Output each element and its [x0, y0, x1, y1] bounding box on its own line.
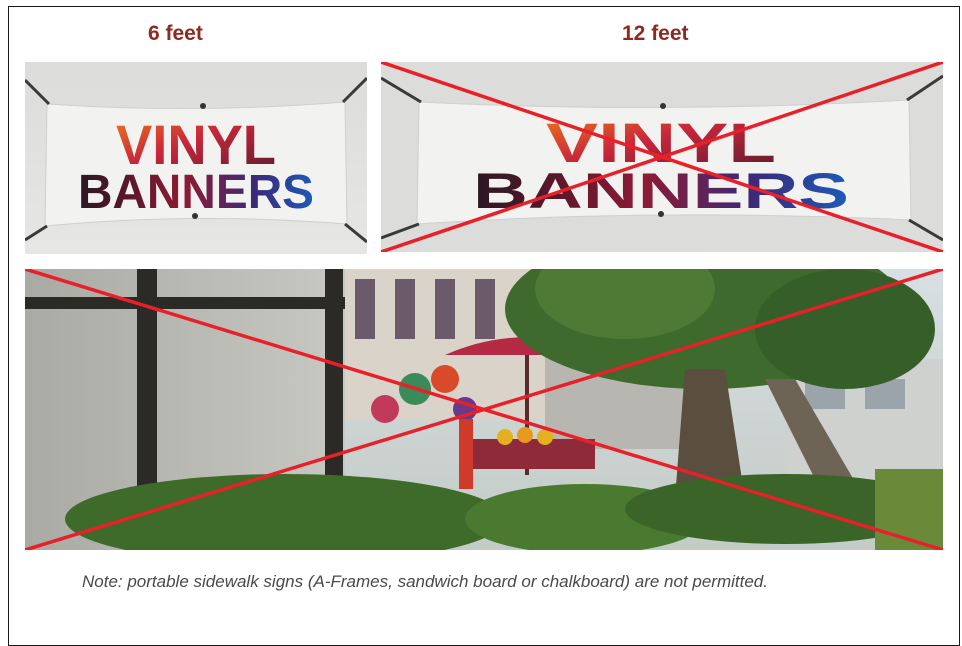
banner-12-feet-image: VINYL BANNERS	[381, 62, 943, 252]
banner-6-feet-svg: VINYL BANNERS	[25, 62, 367, 254]
label-12-feet: 12 feet	[622, 22, 689, 45]
banner-12-feet-svg: VINYL BANNERS	[381, 62, 943, 252]
sidewalk-sign-photo	[25, 269, 943, 550]
label-6-feet: 6 feet	[148, 22, 203, 45]
banner-6-feet-line2: BANNERS	[78, 166, 314, 219]
banner-6-feet-image: VINYL BANNERS	[25, 62, 367, 254]
sidewalk-sign-note: Note: portable sidewalk signs (A-Frames,…	[82, 572, 768, 591]
sidewalk-photo-svg	[25, 269, 943, 550]
banner-12-feet-line2: BANNERS	[473, 163, 849, 219]
